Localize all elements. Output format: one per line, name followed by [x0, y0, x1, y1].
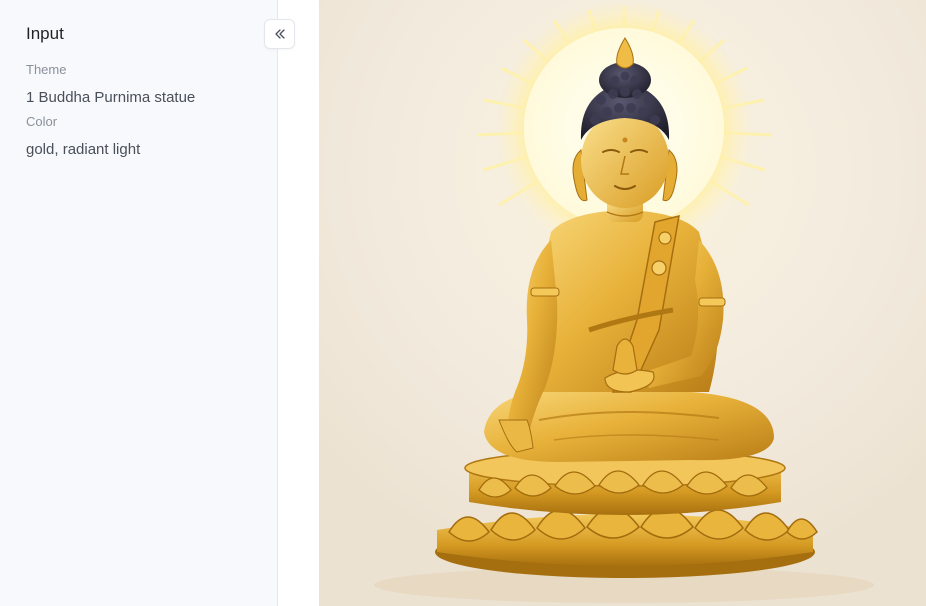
generated-image: [319, 0, 926, 606]
sidebar-title: Input: [26, 24, 64, 43]
collapse-sidebar-button[interactable]: [264, 19, 295, 49]
panel-gap: [279, 0, 319, 606]
chevrons-left-icon: [274, 29, 285, 39]
theme-label: Theme: [26, 62, 67, 77]
color-value: gold, radiant light: [26, 141, 141, 158]
input-sidebar: Input Theme 1 Buddha Purnima statue Colo…: [0, 0, 278, 606]
theme-value: 1 Buddha Purnima statue: [26, 89, 196, 106]
buddha-statue-illustration: [319, 0, 926, 606]
color-label: Color: [26, 114, 58, 129]
